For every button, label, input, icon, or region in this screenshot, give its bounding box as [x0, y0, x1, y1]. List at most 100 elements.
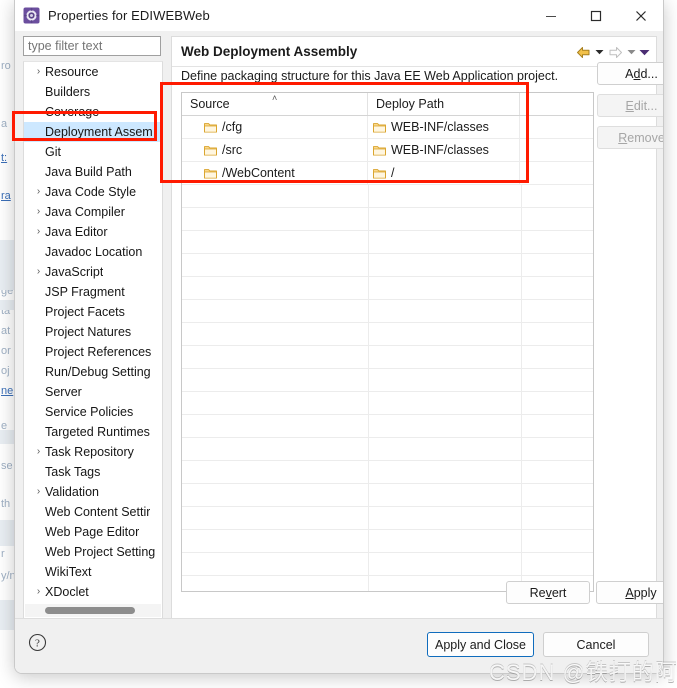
table-row[interactable]: /src WEB-INF/classes [182, 139, 593, 162]
sidebar-item-coverage[interactable]: Coverage [24, 102, 162, 122]
table-empty-row[interactable] [182, 277, 593, 300]
cell-source-label: /src [222, 143, 243, 157]
sidebar-item-xdoclet[interactable]: › XDoclet [24, 582, 162, 602]
close-button[interactable] [618, 0, 663, 31]
folder-icon [373, 122, 386, 133]
maximize-button[interactable] [573, 0, 618, 31]
table-empty-row[interactable] [182, 323, 593, 346]
chevron-right-icon[interactable]: › [32, 267, 45, 277]
table-empty-row[interactable] [182, 530, 593, 553]
sidebar-item-label: Java Build Path [45, 165, 132, 179]
filter-input[interactable] [23, 36, 161, 56]
table-empty-row[interactable] [182, 208, 593, 231]
chevron-right-icon[interactable]: › [32, 447, 45, 457]
sidebar-item-validation[interactable]: › Validation [24, 482, 162, 502]
chevron-right-icon[interactable]: › [32, 207, 45, 217]
column-header-source[interactable]: Source ˄ [182, 93, 368, 115]
sidebar-item-web-project-setting[interactable]: Web Project Setting [24, 542, 162, 562]
sidebar-item-targeted-runtimes[interactable]: Targeted Runtimes [24, 422, 162, 442]
sidebar-item-wikitext[interactable]: WikiText [24, 562, 162, 582]
add-button[interactable]: Add... [597, 62, 663, 85]
properties-dialog: Properties for EDIWEBWeb ›ResourceBuilde… [14, 0, 664, 674]
sidebar-item-project-natures[interactable]: Project Natures [24, 322, 162, 342]
folder-icon [204, 145, 217, 156]
table-empty-row[interactable] [182, 254, 593, 277]
chevron-right-icon[interactable]: › [32, 227, 45, 237]
sidebar-item-web-page-editor[interactable]: Web Page Editor [24, 522, 162, 542]
forward-chevron-down-icon [626, 43, 637, 61]
edit-button: Edit... [597, 94, 663, 117]
sidebar-item-java-code-style[interactable]: › Java Code Style [24, 182, 162, 202]
sidebar-item-label: Resource [45, 65, 99, 79]
sidebar-item-deployment-assem[interactable]: Deployment Assem [24, 122, 162, 142]
table-empty-row[interactable] [182, 507, 593, 530]
sidebar-item-web-content-settir[interactable]: Web Content Settir [24, 502, 162, 522]
chevron-right-icon[interactable]: › [32, 487, 45, 497]
table-empty-row[interactable] [182, 415, 593, 438]
table-empty-row[interactable] [182, 392, 593, 415]
sidebar-item-task-tags[interactable]: Task Tags [24, 462, 162, 482]
table-empty-row[interactable] [182, 438, 593, 461]
tree-scrollbar-thumb[interactable] [45, 607, 135, 614]
table-empty-row[interactable] [182, 461, 593, 484]
remove-button: Remove [597, 126, 663, 149]
apply-and-close-button[interactable]: Apply and Close [427, 632, 534, 657]
table-empty-row[interactable] [182, 369, 593, 392]
sidebar-item-builders[interactable]: Builders [24, 82, 162, 102]
table-empty-row[interactable] [182, 484, 593, 507]
sidebar-item-project-references[interactable]: Project References [24, 342, 162, 362]
sidebar-item-label: Validation [45, 485, 99, 499]
cell-deploy-path-label: WEB-INF/classes [391, 120, 489, 134]
sidebar-item-project-facets[interactable]: Project Facets [24, 302, 162, 322]
sidebar-item-task-repository[interactable]: › Task Repository [24, 442, 162, 462]
cell-deploy-path: WEB-INF/classes [368, 139, 520, 161]
column-header-extra[interactable] [520, 93, 593, 115]
tree-horizontal-scrollbar[interactable] [25, 604, 161, 617]
revert-button[interactable]: Revert [506, 581, 590, 604]
sidebar-item-java-editor[interactable]: › Java Editor [24, 222, 162, 242]
folder-icon [373, 145, 386, 156]
sidebar-item-label: Coverage [45, 105, 100, 119]
sidebar-item-label: Project Natures [45, 325, 132, 339]
apply-button[interactable]: Apply [596, 581, 663, 604]
table-empty-row[interactable] [182, 185, 593, 208]
table-row[interactable]: /WebContent / [182, 162, 593, 185]
minimize-button[interactable] [528, 0, 573, 31]
folder-icon [373, 168, 386, 179]
back-chevron-down-icon[interactable] [594, 43, 605, 61]
table-empty-row[interactable] [182, 231, 593, 254]
sidebar-item-jsp-fragment[interactable]: JSP Fragment [24, 282, 162, 302]
cancel-button[interactable]: Cancel [543, 632, 649, 657]
back-arrow-icon[interactable] [575, 43, 592, 61]
help-question-icon[interactable]: ? [28, 633, 47, 652]
column-header-source-label: Source [190, 97, 230, 111]
dialog-title: Properties for EDIWEBWeb [48, 8, 210, 23]
sidebar-item-label: Web Project Setting [45, 545, 156, 559]
window-controls [528, 0, 663, 31]
sidebar-item-label: Service Policies [45, 405, 134, 419]
page-menu-chevron-down-icon[interactable] [639, 43, 650, 61]
table-empty-row[interactable] [182, 300, 593, 323]
svg-text:?: ? [35, 638, 40, 650]
cell-deploy-path-label: WEB-INF/classes [391, 143, 489, 157]
sidebar-item-resource[interactable]: › Resource [24, 62, 162, 82]
column-header-deploy-path[interactable]: Deploy Path [368, 93, 520, 115]
sidebar-item-git[interactable]: Git [24, 142, 162, 162]
sidebar-item-run-debug-setting[interactable]: Run/Debug Setting [24, 362, 162, 382]
sidebar-item-server[interactable]: Server [24, 382, 162, 402]
table-row[interactable]: /cfg WEB-INF/classes [182, 116, 593, 139]
table-empty-row[interactable] [182, 346, 593, 369]
sidebar-item-javascript[interactable]: › JavaScript [24, 262, 162, 282]
chevron-right-icon[interactable]: › [32, 67, 45, 77]
chevron-right-icon[interactable]: › [32, 187, 45, 197]
background-text-fragment: ra [1, 190, 11, 202]
deployment-assembly-table[interactable]: Source ˄ Deploy Path /cfg WEB-INF/classes… [181, 92, 594, 592]
sidebar-item-service-policies[interactable]: Service Policies [24, 402, 162, 422]
table-empty-row[interactable] [182, 553, 593, 576]
sidebar-item-java-compiler[interactable]: › Java Compiler [24, 202, 162, 222]
sidebar-item-javadoc-location[interactable]: Javadoc Location [24, 242, 162, 262]
chevron-right-icon[interactable]: › [32, 587, 45, 597]
background-text-fragment: ro [1, 60, 11, 72]
settings-tree[interactable]: › Resource Builders Coverage Deployment Asse… [23, 61, 163, 619]
sidebar-item-java-build-path[interactable]: Java Build Path [24, 162, 162, 182]
